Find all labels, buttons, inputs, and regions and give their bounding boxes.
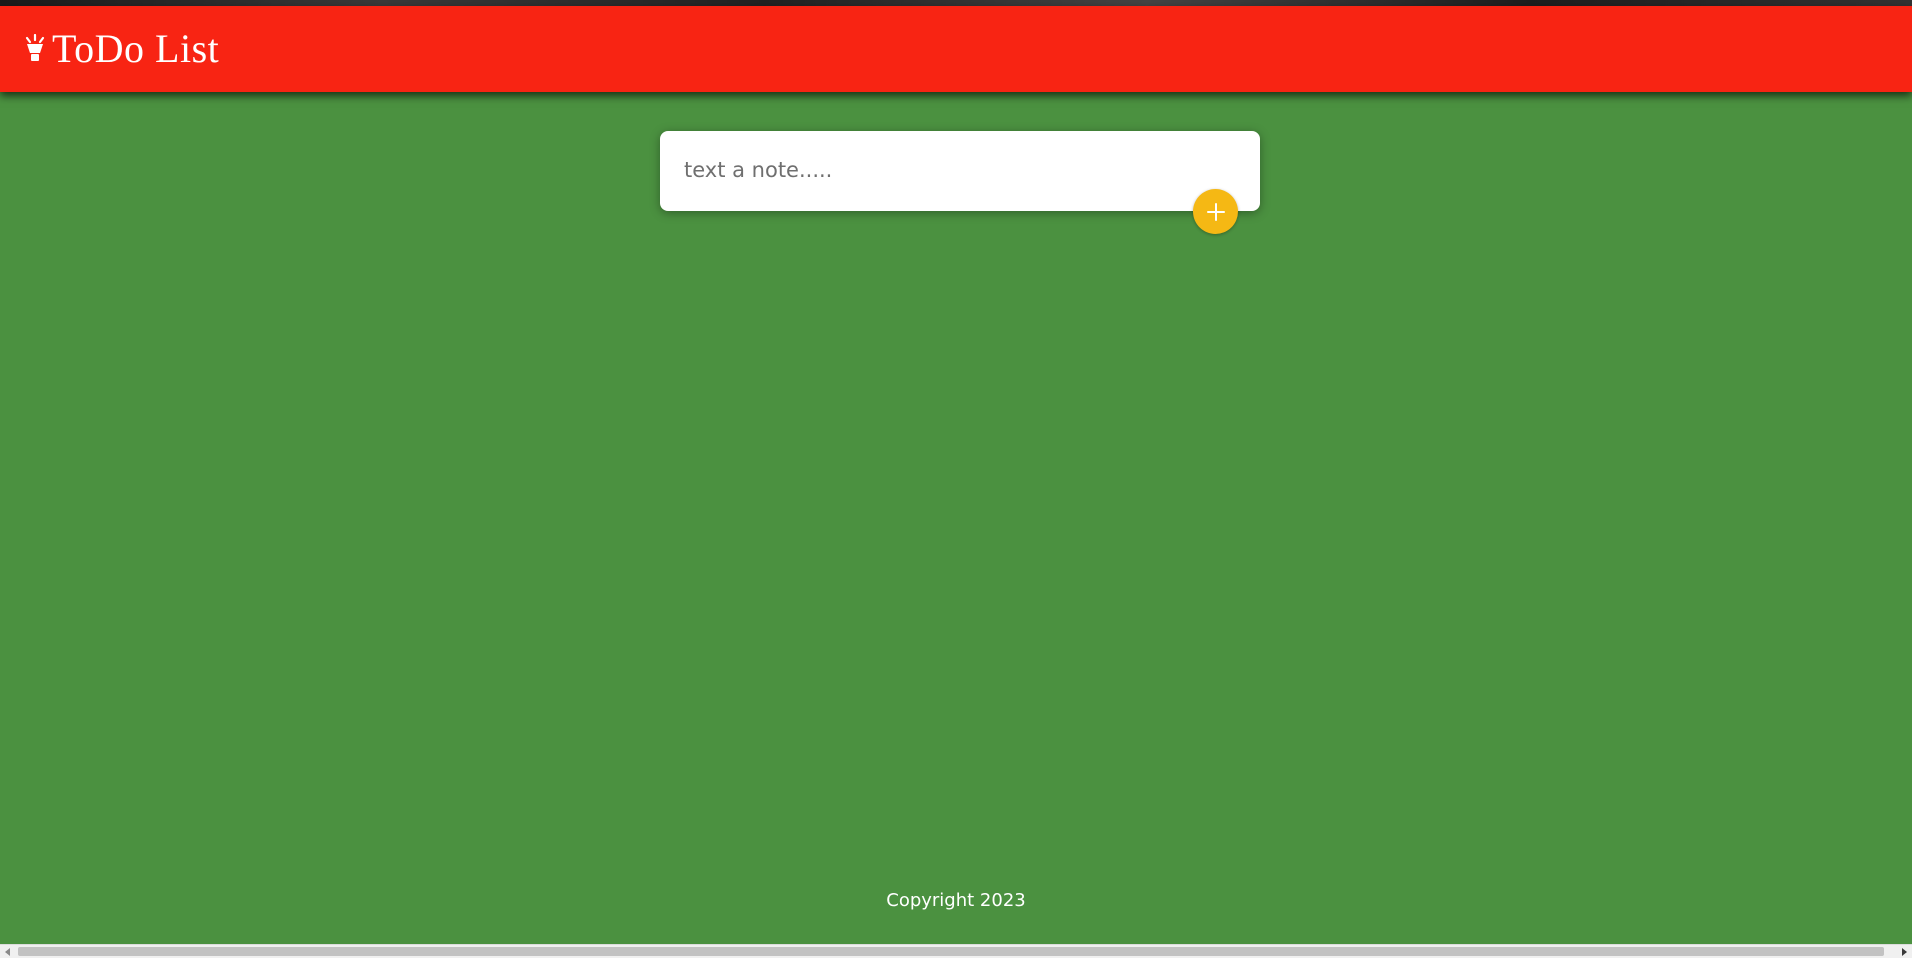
- app-header: ToDo List: [0, 6, 1912, 92]
- add-note-button[interactable]: [1193, 189, 1238, 234]
- lightbulb-icon: [22, 31, 48, 67]
- scroll-right-icon[interactable]: [1896, 945, 1912, 958]
- scrollbar-thumb[interactable]: [18, 947, 1884, 956]
- copyright-text: Copyright 2023: [886, 890, 1026, 911]
- note-card: [660, 131, 1260, 211]
- horizontal-scrollbar[interactable]: [0, 944, 1912, 958]
- scroll-left-icon[interactable]: [0, 945, 16, 958]
- note-input[interactable]: [684, 151, 1224, 189]
- app-title: ToDo List: [52, 26, 220, 71]
- page-footer: Copyright 2023: [0, 890, 1912, 911]
- plus-icon: [1205, 201, 1227, 223]
